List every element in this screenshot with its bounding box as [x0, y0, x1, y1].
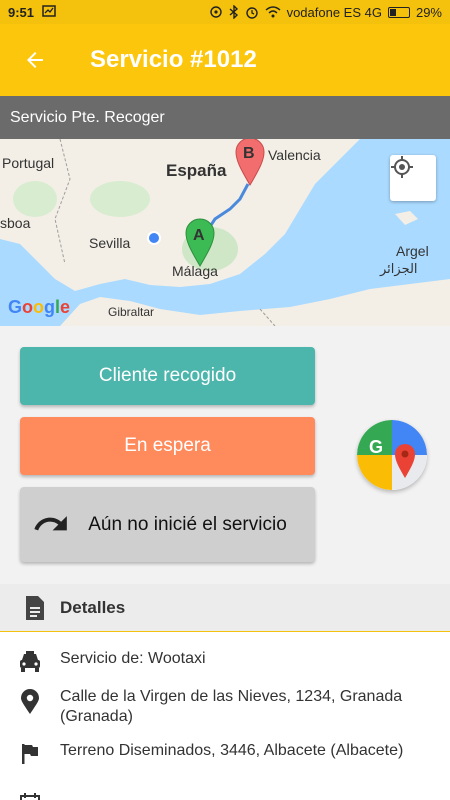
wifi-icon [265, 6, 281, 18]
details-header: Detalles [0, 584, 450, 632]
detail-pickup-text: Calle de la Virgen de las Nieves, 1234, … [60, 688, 403, 725]
status-right: vodafone ES 4G 29% [209, 5, 442, 20]
undo-icon [34, 516, 67, 531]
map-label-sevilla: Sevilla [89, 235, 131, 251]
location-pin-icon [21, 689, 39, 714]
battery-icon [387, 6, 410, 18]
my-location-icon [391, 156, 413, 178]
not-started-button[interactable]: Aún no inicié el servicio [20, 487, 315, 562]
map-label-portugal: Portugal [2, 155, 55, 171]
map-label-lisboa: sboa [0, 215, 31, 231]
detail-row-destination: Terreno Diseminados, 3446, Albacete (Alb… [0, 741, 450, 765]
client-picked-up-button[interactable]: Cliente recogido [20, 347, 315, 405]
detail-row-next [0, 791, 450, 800]
route-map[interactable]: A B Portugal España Valencia sboa Sevill… [0, 139, 450, 326]
detail-row-pickup: Calle de la Virgen de las Nieves, 1234, … [0, 687, 450, 727]
service-status-bar: Servicio Pte. Recoger [0, 96, 450, 139]
map-label-valencia: Valencia [268, 147, 321, 163]
details-list: Servicio de: Wootaxi Calle de la Virgen … [0, 633, 450, 800]
service-status-label: Servicio Pte. Recoger [10, 108, 165, 126]
open-google-maps-button[interactable]: G [357, 420, 427, 490]
detail-row-service: Servicio de: Wootaxi [0, 649, 450, 673]
flag-icon [22, 744, 38, 764]
page-title: Servicio #1012 [90, 46, 257, 73]
marker-a-label: A [193, 227, 205, 244]
status-time: 9:51 [8, 4, 35, 20]
app-bar: Servicio #1012 [0, 24, 450, 96]
document-icon [26, 595, 44, 620]
calendar-icon [20, 793, 40, 800]
back-button[interactable] [0, 24, 70, 96]
map-label-argel: Argel [396, 243, 429, 259]
notification-icon [42, 4, 56, 20]
marker-b-label: B [243, 145, 255, 162]
taxi-icon [20, 651, 40, 672]
details-title: Detalles [60, 597, 126, 617]
not-started-label: Aún no inicié el servicio [88, 513, 287, 535]
bluetooth-icon [229, 5, 238, 19]
google-logo: Google [8, 297, 71, 317]
map-label-espana: España [166, 161, 227, 180]
battery-label: 29% [415, 4, 442, 20]
waiting-button[interactable]: En espera [20, 417, 315, 475]
carrier-label: vodafone ES 4G [286, 4, 382, 20]
hotspot-icon [209, 6, 222, 18]
map-label-argel-ar: الجزائر [380, 261, 418, 276]
arrow-back-icon [27, 52, 43, 68]
detail-service-text: Servicio de: Wootaxi [60, 650, 206, 667]
map-label-malaga: Málaga [172, 263, 218, 279]
detail-destination-text: Terreno Diseminados, 3446, Albacete (Alb… [60, 742, 404, 759]
google-maps-icon: G [357, 420, 427, 490]
my-location-button[interactable] [390, 155, 436, 201]
map-label-gibraltar: Gibraltar [108, 305, 155, 319]
status-bar: 9:51 vodafone ES 4G 29% [0, 0, 450, 24]
alarm-icon [245, 7, 258, 19]
svg-text:G: G [369, 437, 383, 457]
